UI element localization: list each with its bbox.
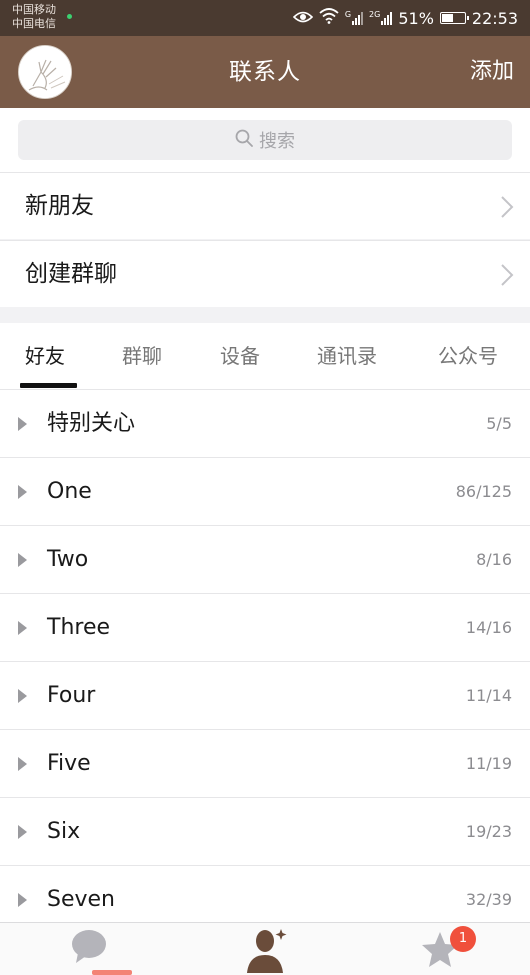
create-group-label: 创建群聊: [25, 261, 117, 287]
group-name: Three: [47, 615, 111, 640]
status-bar: 中国移动 中国电信 G 2G 51% 22:53: [0, 0, 530, 36]
group-row[interactable]: Four 11/14: [0, 662, 530, 730]
carrier-1: 中国移动: [12, 3, 56, 16]
expand-arrow-icon: [18, 757, 27, 771]
group-count: 86/125: [455, 482, 512, 501]
bottom-nav: [0, 922, 530, 975]
chat-bubble-icon[interactable]: [70, 929, 108, 969]
battery-percent: 51%: [398, 8, 434, 28]
group-row[interactable]: Three 14/16: [0, 594, 530, 662]
page-title: 联系人: [229, 59, 301, 85]
group-count: 11/19: [465, 754, 512, 773]
nav-active-marker: [92, 970, 132, 975]
status-icons: G 2G 51% 22:53: [292, 0, 518, 36]
tab-groups[interactable]: 群聊: [122, 323, 162, 390]
group-row[interactable]: 特别关心 5/5: [0, 390, 530, 458]
carrier-info: 中国移动 中国电信: [12, 3, 56, 31]
group-name: 特别关心: [47, 411, 136, 436]
tab-active-indicator: [20, 383, 77, 388]
new-friends-label: 新朋友: [25, 193, 94, 219]
new-friends-row[interactable]: 新朋友: [0, 172, 530, 239]
group-name: One: [47, 479, 92, 504]
wifi-icon: [319, 8, 339, 28]
chevron-right-icon: [500, 195, 514, 223]
expand-arrow-icon: [18, 417, 27, 431]
carrier-status-dot: [67, 14, 72, 19]
signal-2-icon: 2G: [369, 10, 393, 25]
group-name: Six: [47, 819, 81, 844]
eye-icon: [292, 9, 313, 28]
battery-icon: [439, 12, 469, 24]
group-count: 11/14: [465, 686, 512, 705]
create-group-row[interactable]: 创建群聊: [0, 240, 530, 307]
add-button[interactable]: 添加: [470, 36, 514, 108]
expand-arrow-icon: [18, 689, 27, 703]
battery-fill: [441, 14, 453, 22]
search-section: 搜索: [0, 108, 530, 172]
signal-2-tag: 2G: [369, 10, 381, 19]
group-row[interactable]: Two 8/16: [0, 526, 530, 594]
group-count: 5/5: [486, 414, 512, 433]
signal-1-icon: G: [344, 10, 364, 25]
clock: 22:53: [471, 8, 518, 28]
expand-arrow-icon: [18, 553, 27, 567]
carrier-2: 中国电信: [12, 17, 56, 30]
group-row[interactable]: One 86/125: [0, 458, 530, 526]
group-count: 19/23: [465, 822, 512, 841]
contacts-person-icon[interactable]: [245, 927, 289, 975]
group-count: 14/16: [465, 618, 512, 637]
tab-devices[interactable]: 设备: [220, 323, 260, 390]
expand-arrow-icon: [18, 485, 27, 499]
notification-badge: 1: [450, 926, 476, 952]
tab-address-book[interactable]: 通讯录: [317, 323, 377, 390]
signal-1-tag: G: [344, 10, 352, 19]
expand-arrow-icon: [18, 825, 27, 839]
group-row[interactable]: Six 19/23: [0, 798, 530, 866]
tab-friends[interactable]: 好友: [25, 323, 65, 390]
group-name: Two: [47, 547, 89, 572]
group-count: 8/16: [476, 550, 512, 569]
expand-arrow-icon: [18, 621, 27, 635]
group-row[interactable]: Five 11/19: [0, 730, 530, 798]
chevron-right-icon: [500, 263, 514, 291]
search-input[interactable]: 搜索: [18, 120, 512, 160]
group-name: Four: [47, 683, 96, 708]
contact-tabs: 好友 群聊 设备 通讯录 公众号: [0, 323, 530, 390]
group-name: Five: [47, 751, 91, 776]
tab-official-accounts[interactable]: 公众号: [438, 323, 498, 390]
search-placeholder: 搜索: [259, 131, 295, 152]
app-header: 联系人 添加: [0, 36, 530, 108]
search-icon: [235, 129, 253, 152]
expand-arrow-icon: [18, 893, 27, 907]
